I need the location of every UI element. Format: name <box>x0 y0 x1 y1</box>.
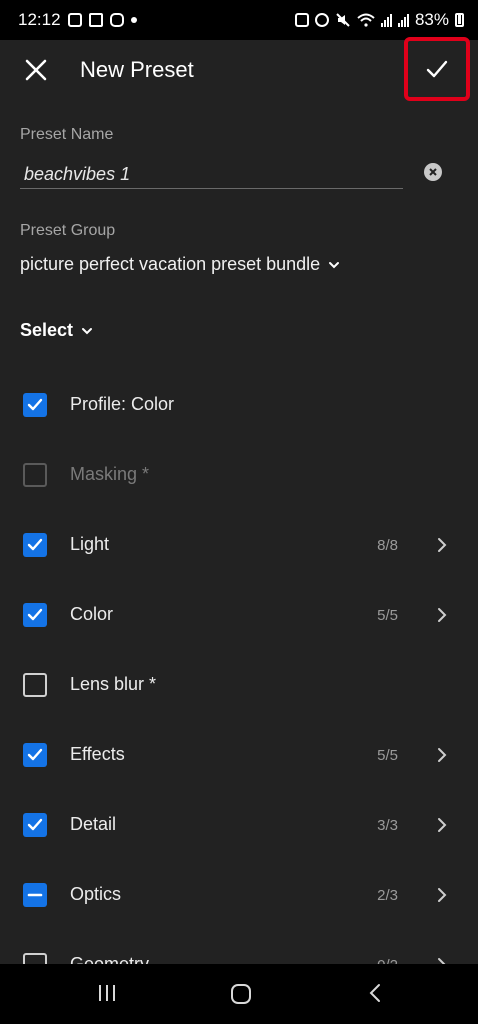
setting-count: 5/5 <box>377 747 398 764</box>
chevron-down-icon <box>82 327 93 334</box>
chevron-right-icon[interactable] <box>434 885 450 905</box>
app-header: New Preset <box>0 37 478 102</box>
setting-row[interactable]: Masking * <box>0 440 478 510</box>
check-icon <box>27 748 43 761</box>
input-underline <box>20 188 403 189</box>
chevron-right-icon[interactable] <box>434 745 450 765</box>
close-button[interactable] <box>22 56 50 84</box>
check-icon <box>27 398 43 411</box>
setting-row[interactable]: Color 5/5 <box>0 580 478 650</box>
home-button[interactable] <box>229 982 253 1011</box>
setting-count: 8/8 <box>377 537 398 554</box>
setting-count: 5/5 <box>377 607 398 624</box>
setting-label: Masking * <box>70 464 150 484</box>
confirm-button[interactable] <box>404 37 470 101</box>
wifi-icon <box>357 13 375 27</box>
select-menu[interactable]: Select <box>20 320 93 341</box>
photo-app-icon <box>88 13 103 27</box>
setting-row[interactable]: Lens blur * <box>0 650 478 720</box>
setting-checkbox[interactable] <box>23 743 47 767</box>
setting-row[interactable]: Effects 5/5 <box>0 720 478 790</box>
setting-checkbox[interactable] <box>23 673 47 697</box>
setting-checkbox[interactable] <box>23 603 47 627</box>
preset-group-dropdown[interactable]: picture perfect vacation preset bundle <box>20 254 340 275</box>
mute-icon <box>336 13 350 27</box>
setting-label: Effects <box>70 744 125 764</box>
lock-icon <box>294 13 309 27</box>
chevron-right-icon[interactable] <box>434 815 450 835</box>
setting-label: Optics <box>70 884 122 904</box>
chevron-right-icon[interactable] <box>434 605 450 625</box>
setting-row[interactable]: Light 8/8 <box>0 510 478 580</box>
battery-icon <box>455 13 464 27</box>
select-label: Select <box>20 320 74 340</box>
page-title: New Preset <box>80 57 194 82</box>
check-icon <box>27 818 43 831</box>
setting-count: 3/3 <box>377 817 398 834</box>
setting-checkbox[interactable] <box>23 533 47 557</box>
back-button[interactable] <box>365 982 387 1009</box>
close-icon <box>25 59 47 81</box>
setting-row[interactable]: Detail 3/3 <box>0 790 478 860</box>
preset-group-label: Preset Group <box>20 222 116 239</box>
preset-name-input[interactable] <box>24 158 402 190</box>
chevron-right-icon[interactable] <box>434 535 450 555</box>
recents-icon <box>99 985 115 1001</box>
setting-checkbox[interactable] <box>23 813 47 837</box>
setting-checkbox[interactable] <box>23 883 47 907</box>
chevron-down-icon <box>329 261 340 268</box>
minus-icon <box>27 893 43 897</box>
navigation-bar <box>0 964 478 1024</box>
instagram-icon <box>109 13 124 27</box>
setting-checkbox <box>23 463 47 487</box>
check-icon <box>426 60 448 78</box>
setting-label: Light <box>70 534 110 554</box>
clear-input-button[interactable] <box>424 163 442 181</box>
setting-label: Lens blur * <box>70 674 157 694</box>
status-time: 12:12 <box>18 10 61 29</box>
setting-checkbox[interactable] <box>23 393 47 417</box>
home-icon <box>231 984 251 1004</box>
status-bar: 12:12 83% <box>0 0 478 40</box>
signal-icon <box>380 13 392 27</box>
recents-button[interactable] <box>96 982 118 1009</box>
setting-label: Profile: Color <box>70 394 175 414</box>
signal-icon <box>397 13 409 27</box>
setting-count: 2/3 <box>377 887 398 904</box>
battery-percent: 83% <box>414 10 449 29</box>
check-icon <box>27 538 43 551</box>
setting-row[interactable]: Profile: Color <box>0 370 478 440</box>
check-icon <box>27 608 43 621</box>
back-icon <box>369 984 380 1002</box>
dot-icon <box>130 17 137 23</box>
preset-group-value: picture perfect vacation preset bundle <box>20 254 321 274</box>
preset-name-label: Preset Name <box>20 126 114 143</box>
clear-icon <box>429 168 437 176</box>
alarm-icon <box>314 13 329 27</box>
setting-row[interactable]: Optics 2/3 <box>0 860 478 930</box>
image-icon <box>67 13 82 27</box>
setting-label: Color <box>70 604 114 624</box>
setting-label: Detail <box>70 814 117 834</box>
